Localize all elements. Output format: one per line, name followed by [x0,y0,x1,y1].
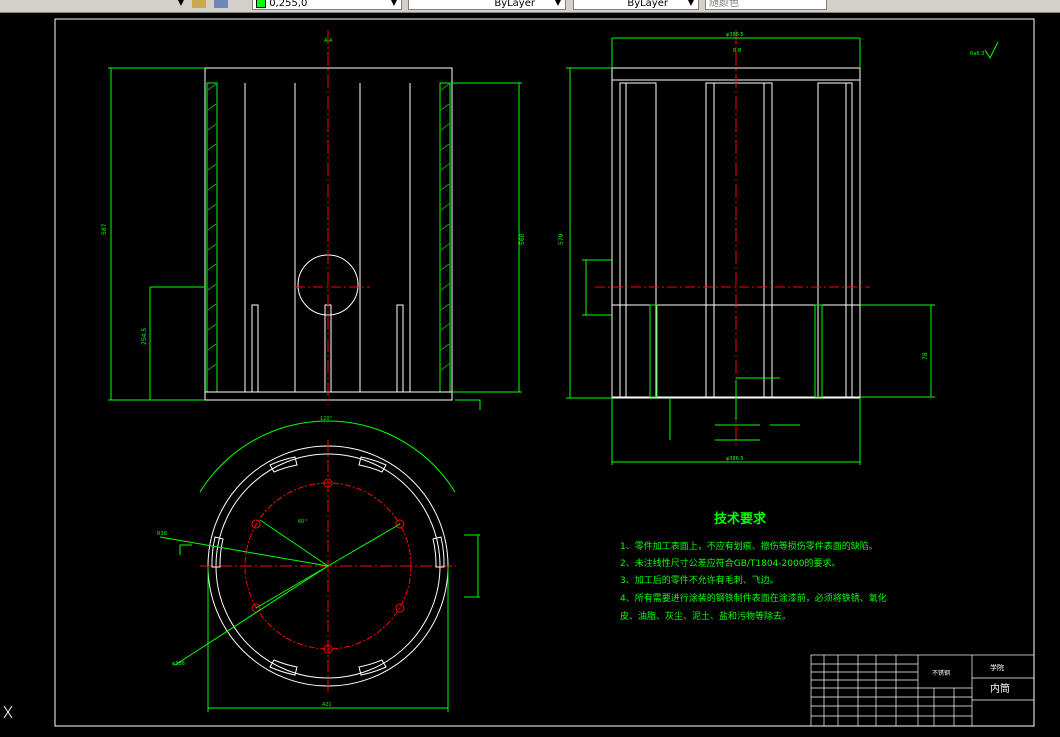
right-elevation-view: 579 78 φ386.5 φ386.5 B-B [558,30,935,465]
linetype-value: ByLayer [494,0,535,9]
dim-right-inner: 78 [922,352,929,360]
drawing-canvas[interactable]: 587 254.5 560 A-A 579 78 φ386.5 φ386.5 B… [0,13,1060,737]
roughness-label: Ra6.3 [970,51,984,57]
dim-bottom-width: φ386.5 [726,456,744,462]
lineweight-value: ByLayer [627,0,668,9]
layer-states-icon[interactable] [192,0,206,8]
title-block-part-name: 内筒 [990,682,1010,695]
tech-req-item-5: 皮、油脂、灰尘、泥土、盐和污物等除去。 [620,610,791,622]
dropdown-arrow-icon[interactable]: ▼ [389,0,399,9]
dim-left-height: 587 [101,223,108,235]
lineweight-select[interactable]: ByLayer [573,0,699,10]
tech-req-item-2: 2、未注线性尺寸公差应符合GB/T1804-2000的要求。 [620,557,840,569]
color-select[interactable]: 0,255,0 [252,0,402,10]
color-swatch-icon [256,0,266,8]
drawing-border [54,18,1035,727]
layer-previous-icon[interactable] [214,0,228,8]
ucs-icon [3,705,13,719]
dropdown-arrow-icon[interactable]: ▼ [176,0,186,9]
dim-plan-angle: 60° [298,519,307,525]
dim-left-inner: 254.5 [141,328,148,345]
technical-requirements: 技术要求 1、零件加工表面上，不应有划痕、擦伤等损伤零件表面的缺陷。 2、未注线… [620,511,887,622]
section-label-a: A-A [324,38,333,44]
dim-right-total: 579 [558,233,565,245]
toolbar: ▼ 0,255,0 ▼ ByLayer ▼ ByLayer ▼ 随颜色 [0,0,1060,13]
plan-view: 120° 60° R38 φ386 421 [157,416,480,712]
tech-req-item-1: 1、零件加工表面上，不应有划痕、擦伤等损伤零件表面的缺陷。 [620,540,878,552]
dim-plan-width: 421 [322,702,332,708]
dim-plan-top: 120° [320,416,333,422]
plotstyle-select[interactable]: 随颜色 [705,0,827,10]
dropdown-arrow-icon[interactable]: ▼ [686,0,696,9]
tech-req-item-3: 3、加工后的零件不允许有毛刺、飞边。 [620,574,779,586]
tech-req-title: 技术要求 [714,511,767,527]
dim-plan-diameter: φ386 [172,661,185,667]
dim-top-width: φ386.5 [726,32,744,38]
dim-plan-r: R38 [157,531,167,537]
tech-req-item-4: 4、所有需要进行涂装的钢铁制件表面在涂漆前，必须将铁锈、氧化 [620,592,887,604]
left-elevation-view: 587 254.5 560 A-A [101,30,526,410]
color-value: 0,255,0 [269,0,308,9]
title-block-material: 不锈钢 [932,669,950,677]
dim-right-height: 560 [519,233,526,245]
linetype-select[interactable]: ByLayer [408,0,566,10]
plotstyle-value: 随颜色 [709,0,739,9]
title-block-company: 学院 [990,663,1004,672]
dropdown-arrow-icon[interactable]: ▼ [553,0,563,9]
roughness-symbol [984,41,999,60]
section-label-b: B-B [733,48,742,54]
